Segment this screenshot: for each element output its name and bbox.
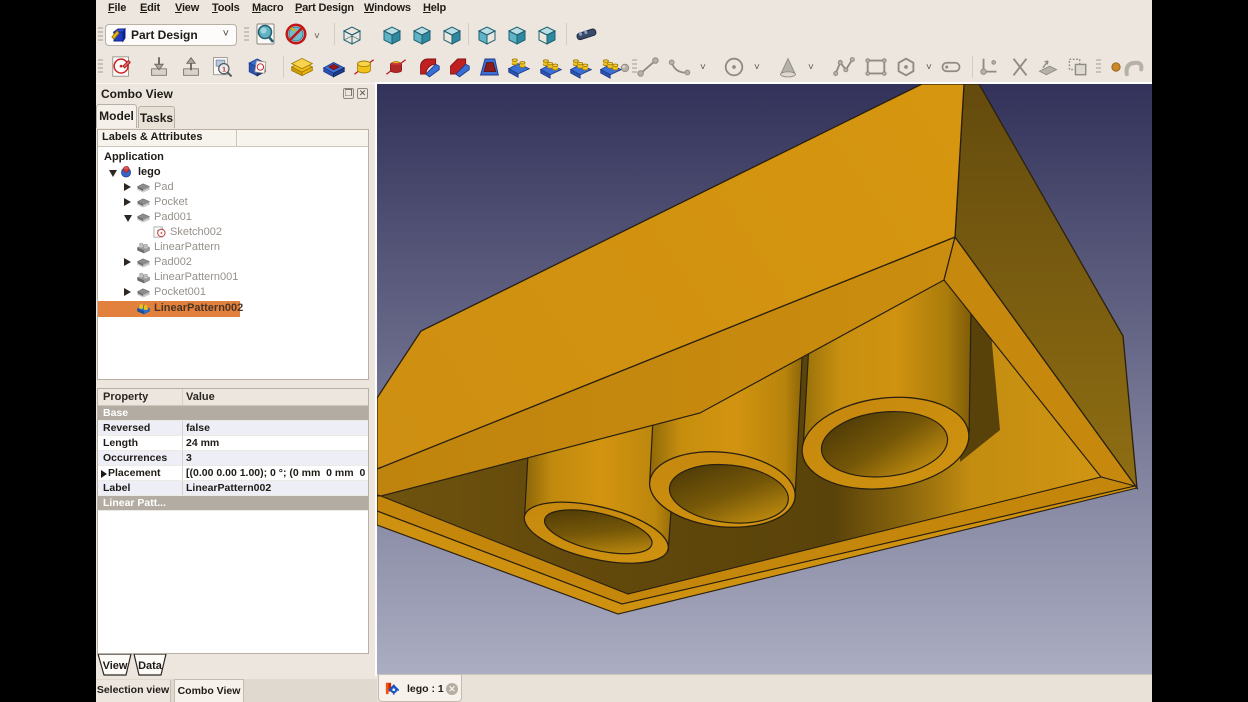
- svg-text:View: View: [103, 660, 128, 672]
- svg-text:Data: Data: [138, 660, 163, 672]
- svg-text:1: 1: [222, 66, 226, 73]
